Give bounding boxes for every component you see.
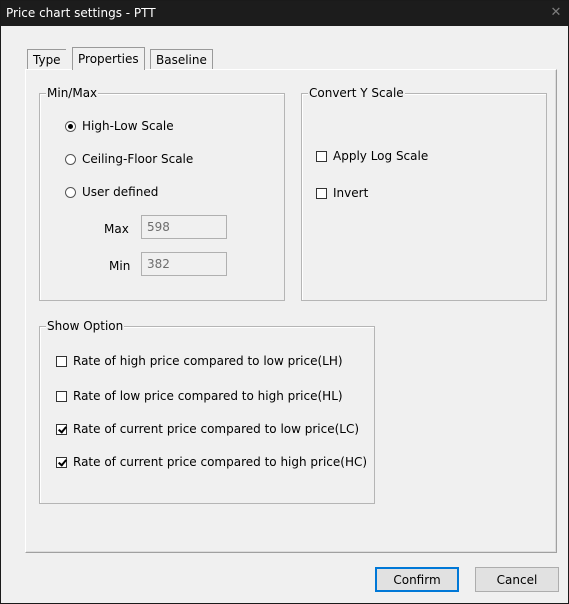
checkbox-label: Rate of current price compared to high p… [73,455,368,469]
title-bar[interactable]: Price chart settings - PTT ✕ [1,1,568,26]
tab-type[interactable]: Type [27,49,66,70]
checkbox-icon[interactable] [56,391,67,402]
radio-button-icon[interactable] [65,121,76,132]
radio-high-low-scale[interactable]: High-Low Scale [65,117,174,135]
min-input[interactable] [141,252,227,276]
properties-panel: Min/Max High-Low Scale Ceiling-Floor Sca… [25,69,557,553]
checkbox-icon[interactable] [56,424,67,435]
tab-baseline[interactable]: Baseline [150,49,213,70]
min-label: Min [109,259,131,273]
checkbox-icon[interactable] [316,151,327,162]
max-input[interactable] [141,215,227,239]
radio-button-icon[interactable] [65,187,76,198]
tab-type-label: Type [33,53,61,67]
checkbox-label: Rate of high price compared to low price… [73,354,343,368]
tab-properties[interactable]: Properties [72,47,145,70]
radio-label: User defined [82,185,159,199]
tab-baseline-label: Baseline [156,53,207,67]
checkbox-rate-hl[interactable]: Rate of low price compared to high price… [56,387,343,405]
checkbox-apply-log-scale[interactable]: Apply Log Scale [316,147,428,165]
checkbox-icon[interactable] [316,188,327,199]
convert-y-scale-legend: Convert Y Scale [308,86,405,100]
minmax-legend: Min/Max [46,86,99,100]
radio-ceiling-floor-scale[interactable]: Ceiling-Floor Scale [65,150,193,168]
radio-user-defined[interactable]: User defined [65,183,158,201]
show-option-group: Show Option [39,319,375,504]
max-label: Max [104,222,129,236]
radio-button-icon[interactable] [65,154,76,165]
radio-label: Ceiling-Floor Scale [82,152,194,166]
checkbox-rate-lc[interactable]: Rate of current price compared to low pr… [56,420,359,438]
checkbox-label: Apply Log Scale [333,149,429,163]
checkbox-rate-hc[interactable]: Rate of current price compared to high p… [56,453,367,471]
checkbox-label: Rate of current price compared to low pr… [73,422,360,436]
cancel-button[interactable]: Cancel [475,567,559,592]
window-title: Price chart settings - PTT [6,6,156,20]
checkbox-label: Rate of low price compared to high price… [73,389,343,403]
checkbox-invert[interactable]: Invert [316,184,368,202]
checkbox-icon[interactable] [56,457,67,468]
confirm-button[interactable]: Confirm [375,567,459,592]
radio-label: High-Low Scale [82,119,174,133]
tab-properties-label: Properties [78,52,139,66]
checkbox-rate-lh[interactable]: Rate of high price compared to low price… [56,352,343,370]
show-option-legend: Show Option [46,319,125,333]
close-icon[interactable]: ✕ [546,3,566,23]
checkbox-label: Invert [333,186,369,200]
checkbox-icon[interactable] [56,356,67,367]
dialog-window: Price chart settings - PTT ✕ Type Proper… [0,0,569,604]
